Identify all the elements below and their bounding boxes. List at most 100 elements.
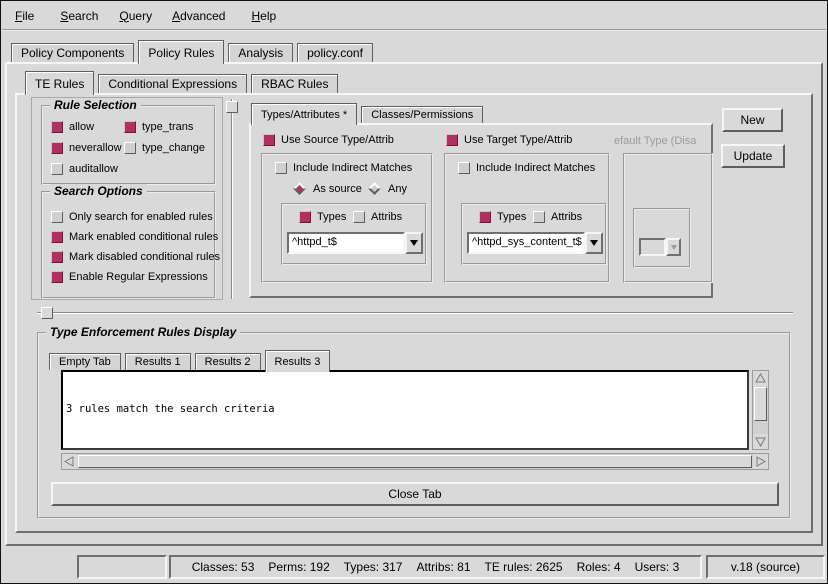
radio-any[interactable]: Any (368, 182, 407, 196)
tab-policy-conf[interactable]: policy.conf (297, 43, 373, 62)
tab-results-2[interactable]: Results 2 (195, 353, 261, 370)
checkbox-mark-enabled[interactable]: Mark enabled conditional rules (51, 231, 218, 243)
checkbox-type-trans[interactable]: type_trans (124, 121, 193, 133)
chevron-down-icon (590, 240, 598, 246)
stat-attribs: Attribs: 81 (416, 560, 470, 574)
checkbox-only-enabled[interactable]: Only search for enabled rules (51, 211, 213, 223)
target-types-checkbox[interactable] (479, 211, 491, 223)
mark-disabled-checkbox[interactable] (51, 251, 63, 263)
target-indirect-checkbox[interactable] (458, 162, 470, 174)
source-attribs-checkbox[interactable] (353, 211, 365, 223)
scroll-up-icon[interactable] (753, 371, 768, 386)
search-options-title: Search Options (50, 184, 147, 198)
vertical-scroll-thumb[interactable] (754, 387, 767, 421)
horizontal-sash-handle[interactable] (41, 307, 53, 319)
source-type-combobox[interactable]: ^httpd_t$ (287, 232, 423, 254)
neverallow-checkbox[interactable] (51, 142, 63, 154)
close-tab-button[interactable]: Close Tab (51, 482, 779, 506)
target-types-box: Types Attribs ^httpd_sys_content_t$ (461, 203, 607, 265)
type-change-checkbox[interactable] (124, 142, 136, 154)
neverallow-label: neverallow (69, 142, 122, 154)
status-left-box (77, 555, 167, 579)
checkbox-regex[interactable]: Enable Regular Expressions (51, 271, 208, 283)
menu-search[interactable]: Search (51, 7, 107, 25)
checkbox-type-change[interactable]: type_change (124, 142, 205, 154)
regex-checkbox[interactable] (51, 271, 63, 283)
tab-policy-components[interactable]: Policy Components (11, 43, 134, 62)
only-enabled-checkbox[interactable] (51, 211, 63, 223)
source-types-row[interactable]: Types (299, 211, 346, 223)
scroll-left-icon[interactable] (62, 454, 77, 469)
status-stats-box: Classes: 53 Perms: 192 Types: 317 Attrib… (169, 555, 702, 579)
use-target-checkbox[interactable] (446, 134, 458, 146)
target-attribs-checkbox[interactable] (533, 211, 545, 223)
app-window: File Search Query Advanced Help Policy C… (0, 0, 828, 584)
source-types-checkbox[interactable] (299, 211, 311, 223)
results-text-area[interactable]: 3 rules match the search criteria (5822)… (61, 370, 749, 450)
checkbox-auditallow[interactable]: auditallow (51, 163, 118, 175)
tab-te-rules[interactable]: TE Rules (25, 71, 94, 95)
tab-empty-tab[interactable]: Empty Tab (49, 353, 121, 370)
chevron-down-icon (671, 245, 677, 250)
use-target-checkbox-row[interactable]: Use Target Type/Attrib (446, 134, 572, 146)
checkbox-mark-disabled[interactable]: Mark disabled conditional rules (51, 251, 220, 263)
tab-conditional-expressions[interactable]: Conditional Expressions (98, 74, 247, 93)
any-radio[interactable] (368, 182, 382, 196)
as-source-radio[interactable] (293, 182, 307, 196)
tab-types-attributes[interactable]: Types/Attributes * (251, 103, 357, 125)
policy-version: v.18 (source) (731, 560, 800, 574)
use-source-checkbox-row[interactable]: Use Source Type/Attrib (263, 134, 394, 146)
results-horizontal-scrollbar[interactable] (61, 453, 769, 470)
results-vertical-scrollbar[interactable] (752, 370, 769, 450)
default-type-frame (623, 153, 713, 283)
sub-tab-row: TE Rules Conditional Expressions RBAC Ru… (25, 71, 342, 93)
tab-results-1[interactable]: Results 1 (125, 353, 191, 370)
auditallow-checkbox[interactable] (51, 163, 63, 175)
target-type-entry[interactable]: ^httpd_sys_content_t$ (467, 232, 585, 254)
allow-label: allow (69, 121, 94, 133)
source-attribs-row[interactable]: Attribs (353, 211, 402, 223)
menu-help[interactable]: Help (242, 7, 285, 25)
default-type-combobox (639, 238, 681, 256)
mark-disabled-label: Mark disabled conditional rules (69, 251, 220, 263)
checkbox-neverallow[interactable]: neverallow (51, 142, 122, 154)
only-enabled-label: Only search for enabled rules (69, 211, 213, 223)
tab-rbac-rules[interactable]: RBAC Rules (251, 74, 338, 93)
tab-classes-permissions[interactable]: Classes/Permissions (361, 106, 483, 123)
new-button[interactable]: New (722, 108, 783, 132)
menu-advanced[interactable]: Advanced (163, 7, 234, 25)
source-combo-button[interactable] (405, 232, 423, 254)
scroll-down-icon[interactable] (753, 434, 768, 449)
horizontal-scroll-thumb[interactable] (78, 455, 752, 468)
stat-perms: Perms: 192 (268, 560, 329, 574)
horizontal-sash[interactable] (37, 312, 793, 314)
vertical-sash[interactable] (231, 99, 233, 299)
tab-results-3[interactable]: Results 3 (265, 350, 331, 372)
type-trans-checkbox[interactable] (124, 121, 136, 133)
target-attribs-row[interactable]: Attribs (533, 211, 582, 223)
radio-as-source[interactable]: As source (293, 182, 362, 196)
target-indirect-label: Include Indirect Matches (476, 162, 595, 174)
vertical-sash-handle[interactable] (226, 101, 238, 113)
main-tab-row: Policy Components Policy Rules Analysis … (11, 39, 377, 62)
mark-enabled-checkbox[interactable] (51, 231, 63, 243)
menu-file[interactable]: File (6, 7, 43, 25)
default-type-box (633, 208, 691, 268)
auditallow-label: auditallow (69, 163, 118, 175)
target-indirect-row[interactable]: Include Indirect Matches (458, 162, 595, 174)
tab-policy-rules[interactable]: Policy Rules (138, 40, 224, 64)
update-button[interactable]: Update (721, 144, 785, 168)
target-types-row[interactable]: Types (479, 211, 526, 223)
allow-checkbox[interactable] (51, 121, 63, 133)
use-source-checkbox[interactable] (263, 134, 275, 146)
menu-query[interactable]: Query (110, 7, 161, 25)
target-type-combobox[interactable]: ^httpd_sys_content_t$ (467, 232, 603, 254)
scroll-right-icon[interactable] (753, 454, 768, 469)
source-indirect-row[interactable]: Include Indirect Matches (275, 162, 412, 174)
target-combo-button[interactable] (585, 232, 603, 254)
source-indirect-checkbox[interactable] (275, 162, 287, 174)
default-type-label: efault Type (Disa (614, 135, 706, 149)
source-type-entry[interactable]: ^httpd_t$ (287, 232, 405, 254)
checkbox-allow[interactable]: allow (51, 121, 94, 133)
tab-analysis[interactable]: Analysis (228, 43, 293, 62)
